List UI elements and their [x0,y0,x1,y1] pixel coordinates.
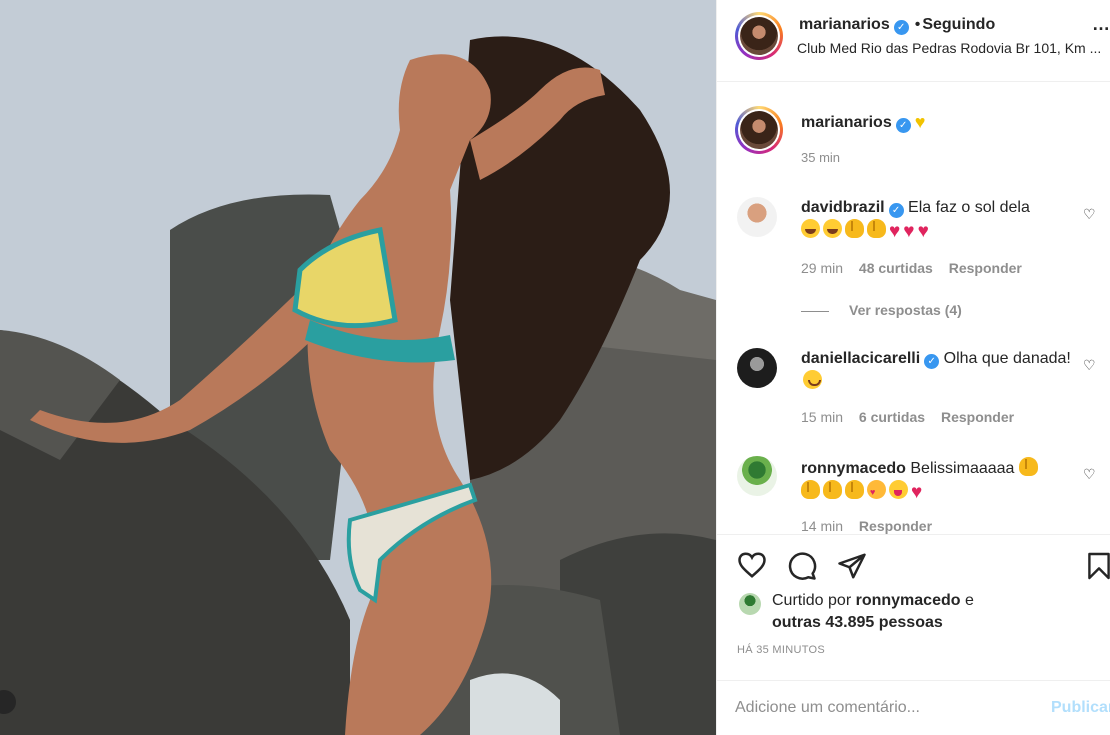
clapping-hands-icon [845,219,864,238]
red-heart-icon: ♥ [911,482,923,503]
verified-badge-icon: ✓ [888,203,904,218]
comment-text: davidbrazil ✓ Ela faz o sol dela ♥ ♥ ♥ [801,197,1071,243]
commenter-avatar[interactable] [737,456,777,496]
laughing-emoji-icon [823,219,842,238]
comments-list[interactable]: marianarios ✓ ♥ 35 min davidbrazil ✓ Ela fa… [717,82,1110,534]
reply-button[interactable]: Responder [941,409,1014,425]
comment-meta: 29 min 48 curtidas Responder [801,260,1034,276]
save-icon[interactable] [1087,551,1110,581]
reply-button[interactable]: Responder [859,518,932,534]
author-line: marianarios ✓ • Seguindo [799,16,995,35]
comment-body: Ela faz o sol dela [908,199,1030,216]
comment-time[interactable]: 29 min [801,260,843,276]
comment-body: Belissimaaaaa [910,460,1015,477]
liked-by-prefix: Curtido por [772,592,852,609]
verified-badge-icon: ✓ [893,20,909,35]
verified-badge-icon: ✓ [924,354,940,369]
more-options-icon[interactable]: … [1092,14,1110,35]
comment-body: Olha que danada! [943,350,1071,367]
like-icon[interactable] [737,551,767,579]
yellow-heart-icon: ♥ [914,112,926,132]
like-comment-icon[interactable]: ♡ [1083,466,1096,483]
liked-by-line: Curtido por ronnymacedo e [772,592,974,610]
publish-button[interactable]: Publicar [1051,699,1110,717]
reply-button[interactable]: Responder [949,260,1022,276]
comment-time[interactable]: 14 min [801,518,843,534]
caption-line: marianarios ✓ ♥ [801,112,925,133]
like-comment-icon[interactable]: ♡ [1083,357,1096,374]
add-comment-input[interactable] [735,695,1035,721]
author-avatar[interactable] [735,12,783,60]
likes-count[interactable]: outras 43.895 pessoas [772,614,943,632]
laughing-emoji-icon [801,219,820,238]
following-button[interactable]: Seguindo [922,16,995,33]
liker-username[interactable]: ronnymacedo [856,592,961,609]
red-heart-icon: ♥ [917,221,929,242]
clapping-hands-icon [1018,457,1038,476]
commenter-username[interactable]: davidbrazil [801,199,885,216]
caption-time[interactable]: 35 min [801,150,840,165]
post-header: marianarios ✓ • Seguindo Club Med Rio das P… [717,0,1110,82]
comment-time[interactable]: 15 min [801,409,843,425]
separator-dot: • [914,16,921,33]
post-timestamp[interactable]: HÁ 35 MINUTOS [737,644,825,656]
face-blowing-kiss-emoji-icon [889,480,908,499]
view-replies-label: Ver respostas (4) [849,302,962,318]
caption-author-username[interactable]: marianarios [801,114,892,131]
comment-icon[interactable] [787,551,817,581]
clapping-hands-icon [823,480,842,499]
liked-by-conjunction: e [964,592,974,609]
red-heart-icon: ♥ [889,221,901,242]
post-photo[interactable] [0,0,716,735]
red-heart-icon: ♥ [903,221,915,242]
clapping-hands-icon [801,480,820,499]
share-icon[interactable] [837,551,867,581]
comment-likes[interactable]: 48 curtidas [859,260,933,276]
replies-divider [801,310,829,312]
comment-meta: 15 min 6 curtidas Responder [801,409,1026,425]
comment-text: ronnymacedo Belissimaaaaa ♥ [801,457,1071,504]
caption-author-avatar[interactable] [735,106,783,154]
grinning-emoji-icon [803,370,822,389]
author-username[interactable]: marianarios [799,16,890,33]
commenter-avatar[interactable] [737,197,777,237]
like-comment-icon[interactable]: ♡ [1083,206,1096,223]
commenter-avatar[interactable] [737,348,777,388]
comment-likes[interactable]: 6 curtidas [859,409,925,425]
photo-illustration [0,0,716,735]
view-replies-button[interactable]: Ver respostas (4) [801,302,962,318]
comment-composer: Publicar [717,680,1110,735]
post-location[interactable]: Club Med Rio das Pedras Rodovia Br 101, … [797,40,1109,56]
comment-meta: 14 min Responder [801,518,944,534]
clapping-hands-icon [845,480,864,499]
liker-avatar[interactable] [739,593,761,615]
commenter-username[interactable]: ronnymacedo [801,460,906,477]
verified-badge-icon: ✓ [895,118,911,133]
commenter-username[interactable]: daniellacicarelli [801,350,920,367]
smiling-hearts-emoji-icon [867,480,886,503]
comment-text: daniellacicarelli ✓ Olha que danada! [801,348,1071,393]
post-details-panel: marianarios ✓ • Seguindo Club Med Rio das P… [716,0,1110,735]
post-actions-bar [717,534,1110,594]
clapping-hands-icon [867,219,886,238]
